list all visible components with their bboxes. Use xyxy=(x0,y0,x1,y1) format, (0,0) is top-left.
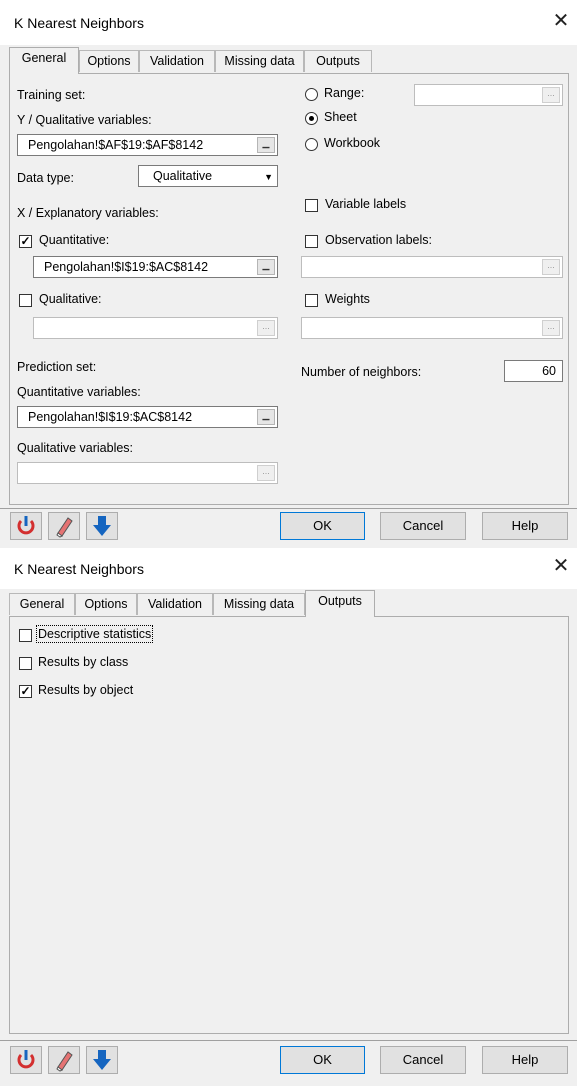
weights-field[interactable]: ... xyxy=(301,317,563,339)
neighbors-value: 60 xyxy=(542,364,556,378)
results-by-class-checkbox[interactable] xyxy=(19,657,32,670)
tab-general[interactable]: General xyxy=(9,47,79,74)
y-variables-label: Y / Qualitative variables: xyxy=(17,113,152,127)
quantitative-field[interactable]: Pengolahan!$I$19:$AC$8142 ▁ xyxy=(33,256,278,278)
tab-outputs[interactable]: Outputs xyxy=(305,590,375,617)
tab-missing-data[interactable]: Missing data xyxy=(213,593,305,615)
y-variables-field[interactable]: Pengolahan!$AF$19:$AF$8142 ▁ xyxy=(17,134,278,156)
ellipsis-icon[interactable]: ... xyxy=(542,320,560,336)
help-button[interactable]: Help xyxy=(482,512,568,540)
collapse-icon[interactable]: ▁ xyxy=(257,409,275,425)
training-set-label: Training set: xyxy=(17,88,86,102)
data-type-value: Qualitative xyxy=(153,169,213,183)
tab-outputs[interactable]: Outputs xyxy=(304,50,372,72)
title-bar: K Nearest Neighbors ✕ xyxy=(0,548,577,589)
data-type-select[interactable]: Qualitative ▼ xyxy=(138,165,278,187)
outputs-panel xyxy=(9,616,569,1034)
dialog-title: K Nearest Neighbors xyxy=(14,561,144,577)
x-variables-label: X / Explanatory variables: xyxy=(17,206,159,220)
down-arrow-icon xyxy=(93,1050,111,1070)
eraser-icon xyxy=(56,517,73,538)
pred-quantitative-field[interactable]: Pengolahan!$I$19:$AC$8142 ▁ xyxy=(17,406,278,428)
sheet-label: Sheet xyxy=(324,110,357,124)
down-arrow-button[interactable] xyxy=(86,512,118,540)
variable-labels-checkbox[interactable] xyxy=(305,199,318,212)
title-bar: K Nearest Neighbors ✕ xyxy=(0,0,577,45)
tab-strip: General Options Validation Missing data … xyxy=(0,47,577,74)
collapse-icon[interactable]: ▁ xyxy=(257,137,275,153)
collapse-icon[interactable]: ▁ xyxy=(257,259,275,275)
cancel-button[interactable]: Cancel xyxy=(380,1046,466,1074)
range-field[interactable]: ... xyxy=(414,84,563,106)
quantitative-label: Quantitative: xyxy=(39,233,110,247)
observation-labels-label: Observation labels: xyxy=(325,233,433,247)
close-icon[interactable]: ✕ xyxy=(549,554,573,578)
range-radio[interactable] xyxy=(305,88,318,101)
workbook-radio[interactable] xyxy=(305,138,318,151)
bottom-bar: OK Cancel Help xyxy=(0,512,577,544)
weights-checkbox[interactable] xyxy=(305,294,318,307)
eraser-button[interactable] xyxy=(48,512,80,540)
data-type-label: Data type: xyxy=(17,171,74,185)
down-arrow-button[interactable] xyxy=(86,1046,118,1074)
eraser-button[interactable] xyxy=(48,1046,80,1074)
tab-validation[interactable]: Validation xyxy=(137,593,213,615)
reset-icon xyxy=(17,516,35,535)
down-arrow-icon xyxy=(93,516,111,536)
neighbors-input[interactable]: 60 xyxy=(504,360,563,382)
reset-button[interactable] xyxy=(10,512,42,540)
tab-options[interactable]: Options xyxy=(79,50,139,72)
neighbors-label: Number of neighbors: xyxy=(301,365,422,379)
quantitative-checkbox[interactable]: ✓ xyxy=(19,235,32,248)
help-button[interactable]: Help xyxy=(482,1046,568,1074)
knn-dialog-general: K Nearest Neighbors ✕ General Options Va… xyxy=(0,0,577,548)
prediction-set-label: Prediction set: xyxy=(17,360,97,374)
results-by-object-label: Results by object xyxy=(38,683,134,697)
descriptive-statistics-checkbox[interactable] xyxy=(19,629,32,642)
divider xyxy=(0,1040,577,1041)
ellipsis-icon[interactable]: ... xyxy=(542,259,560,275)
knn-dialog-outputs: K Nearest Neighbors ✕ General Options Va… xyxy=(0,548,577,1086)
y-variables-value: Pengolahan!$AF$19:$AF$8142 xyxy=(28,138,204,152)
cancel-button[interactable]: Cancel xyxy=(380,512,466,540)
divider xyxy=(0,508,577,509)
qualitative-checkbox[interactable] xyxy=(19,294,32,307)
weights-label: Weights xyxy=(325,292,370,306)
observation-labels-checkbox[interactable] xyxy=(305,235,318,248)
descriptive-statistics-label: Descriptive statistics xyxy=(35,625,154,643)
eraser-icon xyxy=(56,1051,73,1072)
tab-missing-data[interactable]: Missing data xyxy=(215,50,304,72)
tab-validation[interactable]: Validation xyxy=(139,50,215,72)
reset-button[interactable] xyxy=(10,1046,42,1074)
bottom-bar: OK Cancel Help xyxy=(0,1046,577,1078)
workbook-label: Workbook xyxy=(324,136,381,150)
close-icon[interactable]: ✕ xyxy=(549,9,573,33)
reset-icon xyxy=(17,1050,35,1069)
sheet-radio[interactable] xyxy=(305,112,318,125)
results-by-class-label: Results by class xyxy=(38,655,129,669)
ellipsis-icon[interactable]: ... xyxy=(257,320,275,336)
quantitative-value: Pengolahan!$I$19:$AC$8142 xyxy=(44,260,209,274)
ok-button[interactable]: OK xyxy=(280,512,365,540)
chevron-down-icon: ▼ xyxy=(264,172,273,182)
qualitative-label: Qualitative: xyxy=(39,292,102,306)
qualitative-field[interactable]: ... xyxy=(33,317,278,339)
tab-options[interactable]: Options xyxy=(75,593,137,615)
pred-qualitative-label: Qualitative variables: xyxy=(17,441,134,455)
tab-general[interactable]: General xyxy=(9,593,75,615)
pred-quantitative-label: Quantitative variables: xyxy=(17,385,141,399)
variable-labels-label: Variable labels xyxy=(325,197,407,211)
ok-button[interactable]: OK xyxy=(280,1046,365,1074)
ellipsis-icon[interactable]: ... xyxy=(257,465,275,481)
dialog-title: K Nearest Neighbors xyxy=(14,15,144,31)
ellipsis-icon[interactable]: ... xyxy=(542,87,560,103)
results-by-object-checkbox[interactable]: ✓ xyxy=(19,685,32,698)
tab-strip: General Options Validation Missing data … xyxy=(0,590,577,617)
observation-labels-field[interactable]: ... xyxy=(301,256,563,278)
range-label: Range: xyxy=(324,86,365,100)
pred-qualitative-field[interactable]: ... xyxy=(17,462,278,484)
pred-quantitative-value: Pengolahan!$I$19:$AC$8142 xyxy=(28,410,193,424)
